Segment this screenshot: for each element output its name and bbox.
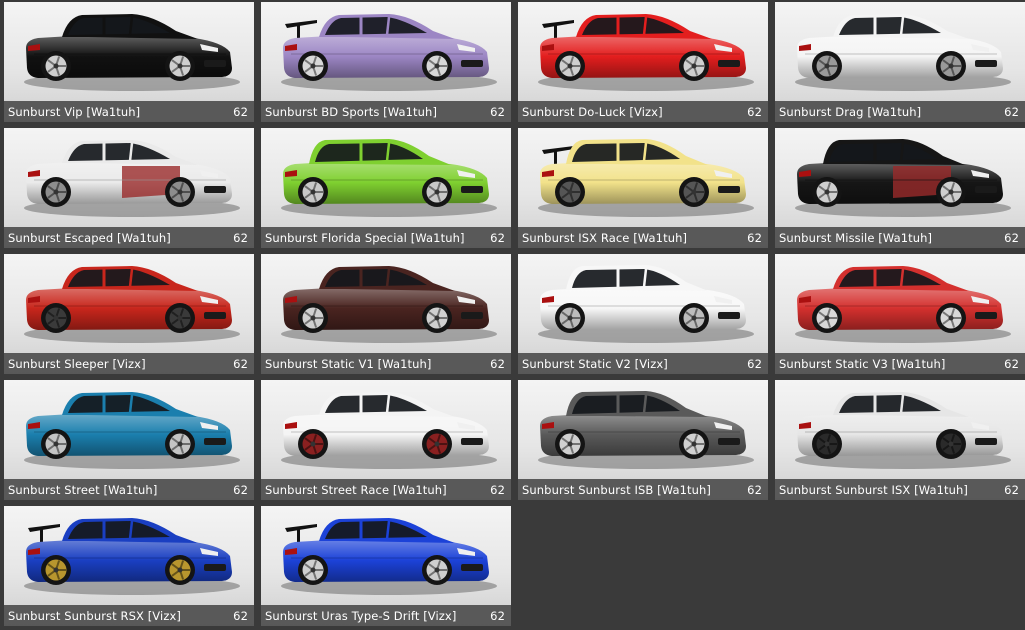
vehicle-count: 62 xyxy=(233,482,248,497)
car-image xyxy=(281,518,497,595)
vehicle-count: 62 xyxy=(747,356,762,371)
vehicle-tile[interactable]: Sunburst Sleeper [Vizx] 62 xyxy=(4,254,254,374)
vehicle-name: Sunburst Static V3 [Wa1tuh] xyxy=(779,356,946,371)
car-image xyxy=(281,266,497,343)
vehicle-label-bar: Sunburst Sunburst ISB [Wa1tuh] 62 xyxy=(518,479,768,500)
car-image xyxy=(538,14,754,91)
vehicle-name: Sunburst Florida Special [Wa1tuh] xyxy=(265,230,465,245)
vehicle-name: Sunburst Missile [Wa1tuh] xyxy=(779,230,933,245)
vehicle-label-bar: Sunburst Sunburst ISX [Wa1tuh] 62 xyxy=(775,479,1025,500)
vehicle-name: Sunburst Static V2 [Vizx] xyxy=(522,356,668,371)
vehicle-count: 62 xyxy=(233,104,248,119)
vehicle-label-bar: Sunburst Vip [Wa1tuh] 62 xyxy=(4,101,254,122)
vehicle-tile[interactable]: Sunburst Sunburst ISX [Wa1tuh] 62 xyxy=(775,380,1025,500)
car-image xyxy=(538,265,754,343)
vehicle-tile[interactable]: Sunburst ISX Race [Wa1tuh] 62 xyxy=(518,128,768,248)
vehicle-name: Sunburst Drag [Wa1tuh] xyxy=(779,104,922,119)
vehicle-count: 62 xyxy=(490,482,505,497)
vehicle-count: 62 xyxy=(490,356,505,371)
vehicle-label-bar: Sunburst Do-Luck [Vizx] 62 xyxy=(518,101,768,122)
vehicle-tile[interactable]: Sunburst BD Sports [Wa1tuh] 62 xyxy=(261,2,511,122)
vehicle-count: 62 xyxy=(233,230,248,245)
car-image xyxy=(795,266,1011,343)
vehicle-count: 62 xyxy=(490,230,505,245)
vehicle-grid: Sunburst Vip [Wa1tuh] 62 Sunburst BD Sport… xyxy=(4,2,1025,630)
car-image xyxy=(795,14,1011,91)
vehicle-tile[interactable]: Sunburst Sunburst RSX [Vizx] 62 xyxy=(4,506,254,626)
vehicle-name: Sunburst Do-Luck [Vizx] xyxy=(522,104,663,119)
vehicle-tile[interactable]: Sunburst Uras Type-S Drift [Vizx] 62 xyxy=(261,506,511,626)
vehicle-count: 62 xyxy=(490,104,505,119)
car-image xyxy=(24,392,240,469)
vehicle-label-bar: Sunburst Static V3 [Wa1tuh] 62 xyxy=(775,353,1025,374)
vehicle-tile[interactable]: Sunburst Vip [Wa1tuh] 62 xyxy=(4,2,254,122)
vehicle-name: Sunburst Sunburst RSX [Vizx] xyxy=(8,608,181,623)
vehicle-name: Sunburst Street [Wa1tuh] xyxy=(8,482,158,497)
vehicle-name: Sunburst Escaped [Wa1tuh] xyxy=(8,230,171,245)
vehicle-tile[interactable]: Sunburst Do-Luck [Vizx] 62 xyxy=(518,2,768,122)
car-image xyxy=(24,14,240,91)
vehicle-name: Sunburst Sunburst ISB [Wa1tuh] xyxy=(522,482,711,497)
vehicle-name: Sunburst ISX Race [Wa1tuh] xyxy=(522,230,688,245)
vehicle-tile[interactable]: Sunburst Missile [Wa1tuh] 62 xyxy=(775,128,1025,248)
vehicle-label-bar: Sunburst ISX Race [Wa1tuh] 62 xyxy=(518,227,768,248)
vehicle-label-bar: Sunburst Escaped [Wa1tuh] 62 xyxy=(4,227,254,248)
car-image xyxy=(281,392,497,469)
car-image xyxy=(795,139,1011,217)
vehicle-label-bar: Sunburst Uras Type-S Drift [Vizx] 62 xyxy=(261,605,511,626)
vehicle-label-bar: Sunburst Missile [Wa1tuh] 62 xyxy=(775,227,1025,248)
vehicle-count: 62 xyxy=(233,608,248,623)
vehicle-name: Sunburst Sleeper [Vizx] xyxy=(8,356,146,371)
vehicle-name: Sunburst Street Race [Wa1tuh] xyxy=(265,482,447,497)
car-image xyxy=(281,14,497,91)
car-image xyxy=(24,266,240,343)
vehicle-count: 62 xyxy=(233,356,248,371)
vehicle-count: 62 xyxy=(747,230,762,245)
car-image xyxy=(24,140,240,217)
vehicle-count: 62 xyxy=(1004,104,1019,119)
vehicle-tile[interactable]: Sunburst Static V1 [Wa1tuh] 62 xyxy=(261,254,511,374)
vehicle-tile[interactable]: Sunburst Static V3 [Wa1tuh] 62 xyxy=(775,254,1025,374)
vehicle-name: Sunburst Static V1 [Wa1tuh] xyxy=(265,356,432,371)
vehicle-label-bar: Sunburst Static V1 [Wa1tuh] 62 xyxy=(261,353,511,374)
vehicle-label-bar: Sunburst Sunburst RSX [Vizx] 62 xyxy=(4,605,254,626)
vehicle-label-bar: Sunburst Drag [Wa1tuh] 62 xyxy=(775,101,1025,122)
vehicle-name: Sunburst Sunburst ISX [Wa1tuh] xyxy=(779,482,968,497)
vehicle-label-bar: Sunburst Florida Special [Wa1tuh] 62 xyxy=(261,227,511,248)
vehicle-name: Sunburst BD Sports [Wa1tuh] xyxy=(265,104,438,119)
vehicle-count: 62 xyxy=(747,482,762,497)
vehicle-label-bar: Sunburst Static V2 [Vizx] 62 xyxy=(518,353,768,374)
vehicle-tile[interactable]: Sunburst Florida Special [Wa1tuh] 62 xyxy=(261,128,511,248)
car-image xyxy=(538,139,754,217)
vehicle-name: Sunburst Vip [Wa1tuh] xyxy=(8,104,141,119)
vehicle-label-bar: Sunburst Sleeper [Vizx] 62 xyxy=(4,353,254,374)
vehicle-label-bar: Sunburst BD Sports [Wa1tuh] 62 xyxy=(261,101,511,122)
car-image xyxy=(538,391,754,469)
vehicle-label-bar: Sunburst Street Race [Wa1tuh] 62 xyxy=(261,479,511,500)
vehicle-tile[interactable]: Sunburst Street Race [Wa1tuh] 62 xyxy=(261,380,511,500)
vehicle-tile[interactable]: Sunburst Static V2 [Vizx] 62 xyxy=(518,254,768,374)
car-image xyxy=(24,518,240,595)
vehicle-tile[interactable]: Sunburst Street [Wa1tuh] 62 xyxy=(4,380,254,500)
vehicle-tile[interactable]: Sunburst Escaped [Wa1tuh] 62 xyxy=(4,128,254,248)
car-image xyxy=(795,392,1011,469)
vehicle-count: 62 xyxy=(1004,356,1019,371)
vehicle-tile[interactable]: Sunburst Drag [Wa1tuh] 62 xyxy=(775,2,1025,122)
vehicle-count: 62 xyxy=(1004,482,1019,497)
vehicle-count: 62 xyxy=(747,104,762,119)
vehicle-tile[interactable]: Sunburst Sunburst ISB [Wa1tuh] 62 xyxy=(518,380,768,500)
vehicle-count: 62 xyxy=(1004,230,1019,245)
vehicle-label-bar: Sunburst Street [Wa1tuh] 62 xyxy=(4,479,254,500)
vehicle-count: 62 xyxy=(490,608,505,623)
car-image xyxy=(281,139,497,217)
vehicle-name: Sunburst Uras Type-S Drift [Vizx] xyxy=(265,608,457,623)
